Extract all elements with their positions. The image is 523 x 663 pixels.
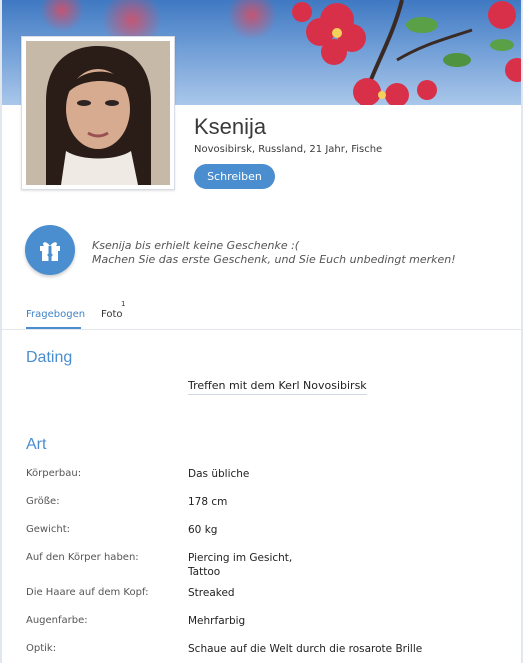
- value-hair: Streaked: [188, 587, 235, 599]
- gift-message-line2: Machen Sie das erste Geschenk, und Sie E…: [92, 253, 456, 266]
- value-body-features-line2: Tattoo: [188, 566, 221, 578]
- avatar[interactable]: [21, 36, 175, 190]
- photo-count-badge: 1: [121, 300, 126, 308]
- value-body-features-line1: Piercing im Gesicht,: [188, 552, 293, 564]
- label-look: Optik:: [26, 643, 57, 654]
- gift-icon: [40, 242, 60, 261]
- tab-questionnaire[interactable]: Fragebogen: [26, 309, 85, 320]
- label-eye-color: Augenfarbe:: [26, 615, 88, 626]
- profile-meta: Novosibirsk, Russland, 21 Jahr, Fische: [194, 144, 383, 155]
- value-look: Schaue auf die Welt durch die rosarote B…: [188, 643, 423, 655]
- label-hair: Die Haare auf dem Kopf:: [26, 587, 149, 598]
- value-body-type: Das übliche: [188, 468, 250, 480]
- tabs-divider: [2, 329, 521, 330]
- value-eye-color: Mehrfarbig: [188, 615, 246, 627]
- gift-message-line1: Ksenija bis erhielt keine Geschenke :(: [92, 239, 300, 252]
- dating-value-link[interactable]: Treffen mit dem Kerl Novosibirsk: [188, 379, 367, 395]
- label-weight: Gewicht:: [26, 524, 70, 535]
- section-title-dating: Dating: [26, 349, 73, 366]
- label-height: Größe:: [26, 496, 60, 507]
- value-body-features: Piercing im Gesicht, Tattoo: [188, 551, 292, 579]
- gift-button[interactable]: [25, 225, 75, 275]
- profile-name: Ksenija: [194, 114, 267, 139]
- write-button[interactable]: Schreiben: [194, 164, 275, 189]
- value-height: 178 cm: [188, 496, 228, 508]
- gift-message: Ksenija bis erhielt keine Geschenke :( M…: [92, 239, 456, 267]
- value-weight: 60 kg: [188, 524, 218, 536]
- section-title-art: Art: [26, 436, 47, 453]
- label-body-type: Körperbau:: [26, 468, 82, 479]
- tab-photo[interactable]: Foto: [101, 309, 123, 320]
- label-body-features: Auf den Körper haben:: [26, 552, 139, 563]
